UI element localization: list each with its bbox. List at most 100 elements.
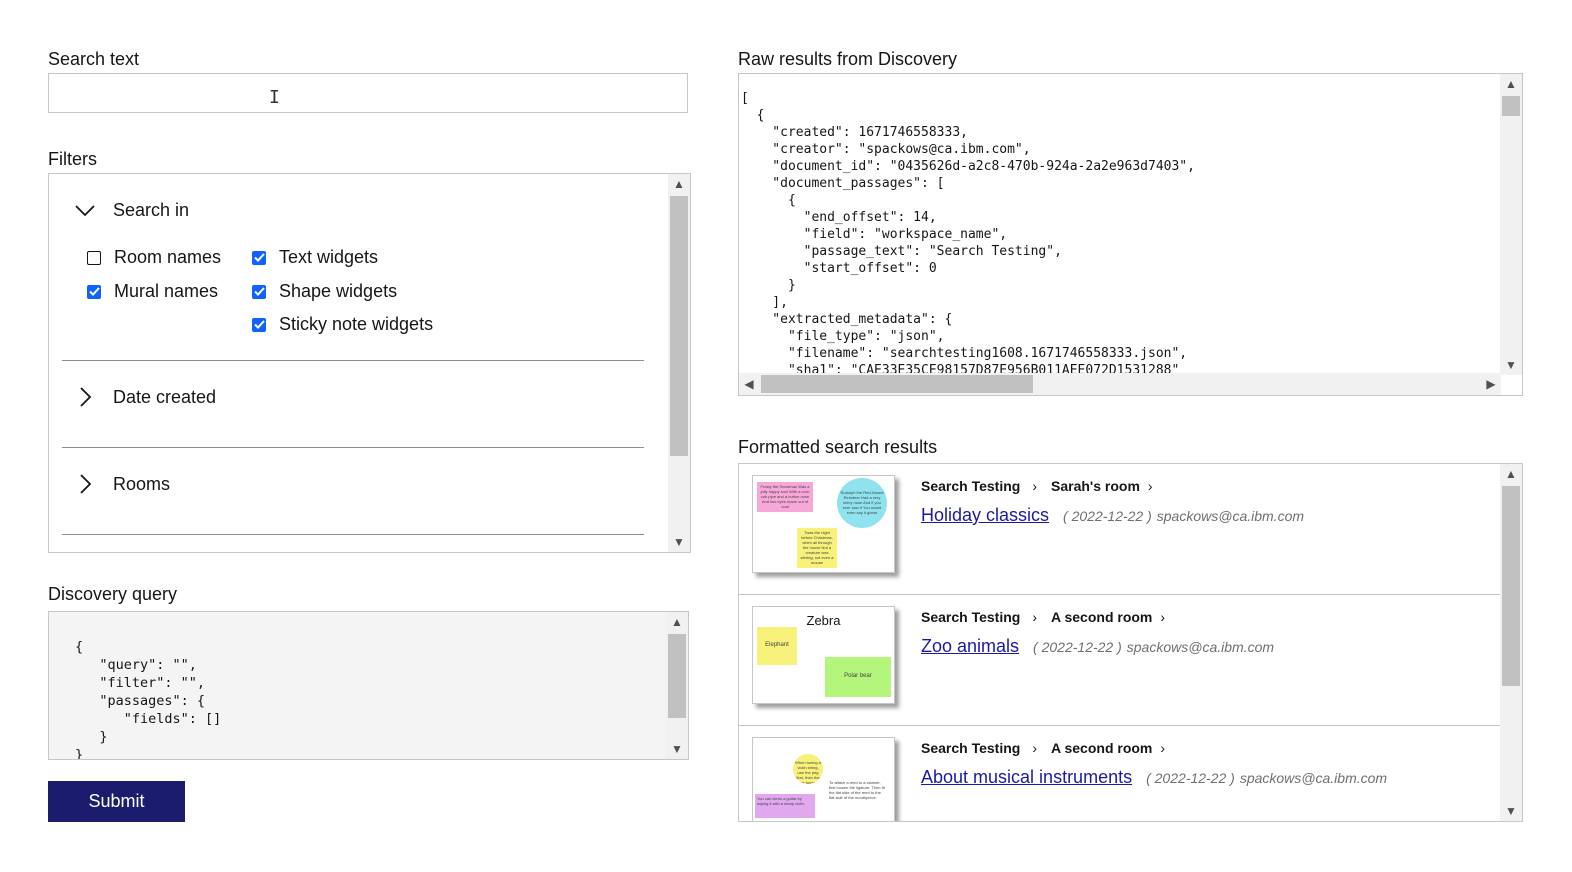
result-link-about-musical-instruments[interactable]: About musical instruments [921,767,1132,788]
formatted-results-label: Formatted search results [738,437,938,457]
breadcrumb-room[interactable]: A second room [1051,609,1152,625]
formatted-results-panel: Frosty the Snowman Was a jolly happy sou… [738,463,1523,822]
accordion-date-created[interactable]: Date created [73,385,216,409]
query-scrollbar[interactable]: ▲ ▼ [666,612,688,759]
checkbox-label: Text widgets [279,247,379,267]
result-breadcrumb: Search Testing › A second room › [921,609,1179,625]
divider [62,534,644,535]
chevron-right-icon: › [1160,609,1166,625]
chevron-right-icon: › [1032,609,1037,625]
scrollbar-thumb[interactable] [1502,486,1520,686]
checkbox-label: Shape widgets [279,281,398,301]
scrollbar-thumb[interactable] [761,375,1033,393]
result-date: ( 2022-12-22 ) [1033,639,1122,655]
search-input-wrapper[interactable]: I [48,73,688,113]
scroll-up-icon[interactable]: ▲ [1500,464,1522,484]
result-line: About musical instruments ( 2022-12-22 )… [921,767,1387,788]
scroll-up-icon[interactable]: ▲ [1500,74,1522,94]
checkbox-shape-widgets[interactable]: Shape widgets [252,281,397,302]
scroll-down-icon[interactable]: ▼ [666,739,688,759]
query-text: { "query": "", "filter": "", "passages":… [75,639,222,760]
circle-shape: When tuning a violin string, use the peg… [793,754,823,784]
chevron-right-icon [73,385,97,409]
query-editor[interactable]: { "query": "", "filter": "", "passages":… [48,611,689,760]
result-creator: spackows@ca.ibm.com [1156,508,1305,524]
circle-shape: Rudolph the Red-Nosed Reindeer Had a ver… [837,478,887,528]
breadcrumb-workspace[interactable]: Search Testing [921,478,1020,494]
sticky-note: You can clean a guitar by wiping it with… [755,794,815,818]
raw-hscrollbar[interactable]: ◀ ▶ [739,373,1501,395]
breadcrumb-room[interactable]: Sarah's room [1051,478,1140,494]
accordion-title: Search in [113,199,190,220]
divider [62,447,644,448]
checkbox-mural-names[interactable]: Mural names [87,281,218,302]
search-label: Search text [48,49,140,69]
scroll-down-icon[interactable]: ▼ [1500,801,1522,821]
chevron-right-icon: › [1032,740,1037,756]
chevron-right-icon: › [1160,740,1166,756]
result-link-zoo-animals[interactable]: Zoo animals [921,636,1019,657]
breadcrumb-workspace[interactable]: Search Testing [921,609,1020,625]
checkbox-checked-icon [252,317,266,332]
scrollbar-thumb[interactable] [668,634,686,718]
filters-label: Filters [48,149,97,169]
result-breadcrumb: Search Testing › A second room › [921,740,1179,756]
mural-thumbnail[interactable]: Zebra Elephant Polar bear [752,606,895,704]
chevron-right-icon: › [1032,478,1037,494]
filters-scrollbar[interactable]: ▲ ▼ [668,174,690,552]
result-item: Zebra Elephant Polar bear Search Testing… [739,595,1501,726]
breadcrumb-workspace[interactable]: Search Testing [921,740,1020,756]
scroll-left-icon[interactable]: ◀ [739,373,759,395]
search-input[interactable] [49,74,687,112]
scroll-right-icon[interactable]: ▶ [1481,373,1501,395]
result-creator: spackows@ca.ibm.com [1126,639,1275,655]
raw-results-panel[interactable]: [ { "created": 1671746558333, "creator":… [738,73,1523,396]
result-date: ( 2022-12-22 ) [1146,770,1235,786]
raw-results-text: [ { "created": 1671746558333, "creator":… [741,91,1195,378]
mural-thumbnail[interactable]: Frosty the Snowman Was a jolly happy sou… [752,475,895,573]
checkbox-checked-icon [252,250,266,265]
submit-button[interactable]: Submit [48,781,185,822]
accordion-rooms[interactable]: Rooms [73,472,170,496]
result-link-holiday-classics[interactable]: Holiday classics [921,505,1049,526]
checkbox-label: Room names [114,247,222,267]
sticky-note: Twas the night before Christmas, when al… [797,528,837,568]
scroll-up-icon[interactable]: ▲ [668,174,690,194]
checkbox-sticky-note-widgets[interactable]: Sticky note widgets [252,314,433,335]
scrollbar-thumb[interactable] [670,196,688,456]
checkbox-label: Mural names [114,281,219,301]
accordion-search-in[interactable]: Search in [73,198,189,222]
checkbox-checked-icon [87,284,101,299]
filters-panel: Search in Room names Mural names Text wi… [48,173,691,553]
checkbox-label: Sticky note widgets [279,314,434,334]
checkbox-text-widgets[interactable]: Text widgets [252,247,378,268]
raw-results-label: Raw results from Discovery [738,49,958,69]
result-breadcrumb: Search Testing › Sarah's room › [921,478,1167,494]
result-line: Zoo animals ( 2022-12-22 ) spackows@ca.i… [921,636,1274,657]
breadcrumb-room[interactable]: A second room [1051,740,1152,756]
result-line: Holiday classics ( 2022-12-22 ) spackows… [921,505,1304,526]
result-creator: spackows@ca.ibm.com [1239,770,1388,786]
sticky-note: Elephant [757,627,797,665]
chevron-down-icon [73,198,97,222]
formatted-scrollbar[interactable]: ▲ ▼ [1500,464,1522,821]
raw-vscrollbar[interactable]: ▲ ▼ [1500,74,1522,375]
sticky-note: Polar bear [825,657,891,697]
chevron-right-icon [73,472,97,496]
accordion-title: Date created [113,386,217,407]
scroll-up-icon[interactable]: ▲ [666,612,688,632]
result-date: ( 2022-12-22 ) [1063,508,1152,524]
accordion-title: Rooms [113,473,171,494]
thumbnail-heading: Zebra [806,613,841,628]
checkbox-checked-icon [252,284,266,299]
scroll-down-icon[interactable]: ▼ [668,532,690,552]
mural-thumbnail[interactable]: When tuning a violin string, use the peg… [752,737,895,821]
sticky-note: Frosty the Snowman Was a jolly happy sou… [757,482,813,512]
divider [62,360,644,361]
result-item: Frosty the Snowman Was a jolly happy sou… [739,464,1501,595]
query-label: Discovery query [48,584,178,604]
scroll-down-icon[interactable]: ▼ [1500,355,1522,375]
scrollbar-thumb[interactable] [1502,96,1520,116]
checkbox-room-names[interactable]: Room names [87,247,221,268]
chevron-right-icon: › [1147,478,1153,494]
